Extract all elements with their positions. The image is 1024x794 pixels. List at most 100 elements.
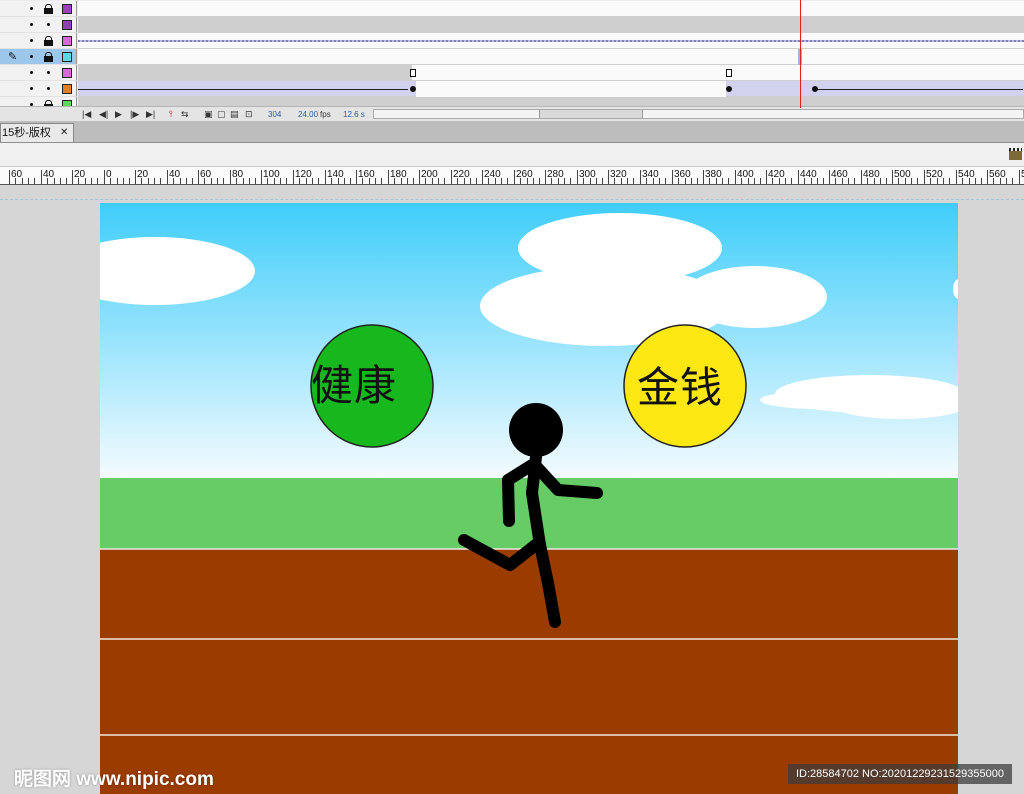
ruler-tick: [987, 170, 988, 184]
onion-outline-icon[interactable]: ▢: [217, 109, 226, 119]
ruler-tick: [280, 178, 281, 184]
clapperboard-icon[interactable]: [1009, 148, 1022, 161]
layer-color-swatch[interactable]: [62, 4, 72, 14]
ruler-tick: [72, 170, 73, 184]
layer-color-swatch[interactable]: [62, 84, 72, 94]
layer-row[interactable]: [0, 81, 1024, 97]
timeline-scrollbar[interactable]: [373, 109, 1024, 119]
ruler-tick: [1019, 170, 1020, 184]
layer-frames[interactable]: [78, 81, 1024, 97]
current-frame[interactable]: 304: [268, 110, 281, 119]
ruler-tick: [129, 178, 130, 184]
layer-frames[interactable]: [78, 33, 1024, 49]
ruler-tick: [54, 178, 55, 184]
layer-row[interactable]: [0, 65, 1024, 81]
keyframe[interactable]: [410, 69, 416, 77]
ruler-tick: [28, 178, 29, 184]
ruler-tick: [318, 178, 319, 184]
ruler-tick: [243, 178, 244, 184]
ruler-tick: [848, 178, 849, 184]
visibility-dot[interactable]: [30, 39, 33, 42]
ruler-tick: [672, 170, 673, 184]
last-frame-icon[interactable]: ▶|: [146, 109, 155, 119]
ruler-tick: [823, 178, 824, 184]
layer-controls[interactable]: [0, 33, 77, 49]
visibility-dot[interactable]: [30, 55, 33, 58]
ruler-tick: [325, 170, 326, 184]
ruler-label: 0: [106, 169, 112, 180]
ruler-label: 400: [737, 169, 754, 180]
lock-dot[interactable]: [47, 71, 50, 74]
ruler-tick: [388, 170, 389, 184]
timeline-controls: |◀ ◀| ▶ |▶ ▶| ⫯ ⇆ ▣ ▢ ▤ ⊡ 304 24.00 fps 1…: [0, 106, 1024, 121]
layer-controls[interactable]: [0, 1, 77, 17]
keyframe[interactable]: [726, 86, 732, 92]
keyframe[interactable]: [726, 69, 732, 77]
timeline-scroll-thumb[interactable]: [539, 110, 643, 118]
ruler-tick: [85, 178, 86, 184]
first-frame-icon[interactable]: |◀: [82, 109, 91, 119]
layer-controls[interactable]: [0, 65, 77, 81]
onion-markers-icon[interactable]: ⊡: [245, 109, 253, 119]
layer-color-swatch[interactable]: [62, 68, 72, 78]
ruler-label: 180: [390, 169, 407, 180]
stage[interactable]: 健康 金钱: [100, 203, 958, 794]
edit-multiple-frames-icon[interactable]: ▤: [230, 109, 239, 119]
ruler-tick: [791, 178, 792, 184]
lock-icon[interactable]: [44, 4, 53, 14]
loop-icon[interactable]: ⇆: [181, 109, 189, 119]
layer-controls[interactable]: ✎: [0, 49, 77, 65]
center-frame-icon[interactable]: ⫯: [169, 109, 173, 119]
lock-dot[interactable]: [47, 87, 50, 90]
keyframe[interactable]: [410, 86, 416, 92]
frame-rate[interactable]: 24.00 fps: [298, 110, 331, 119]
frame-rate-value[interactable]: 24.00: [298, 110, 318, 119]
lock-icon[interactable]: [44, 52, 53, 62]
layer-row[interactable]: [0, 33, 1024, 49]
layer-controls[interactable]: [0, 81, 77, 97]
play-icon[interactable]: ▶: [115, 109, 122, 119]
ruler-tick: [180, 178, 181, 184]
ruler-tick: [470, 178, 471, 184]
keyframe[interactable]: [812, 86, 818, 92]
ruler-label: 560: [989, 169, 1006, 180]
lock-dot[interactable]: [47, 23, 50, 26]
ruler-tick: [608, 170, 609, 184]
visibility-dot[interactable]: [30, 23, 33, 26]
next-frame-icon[interactable]: |▶: [130, 109, 139, 119]
playhead[interactable]: [800, 0, 801, 108]
ruler-tick: [596, 178, 597, 184]
prev-frame-icon[interactable]: ◀|: [99, 109, 108, 119]
ruler-tick: [627, 178, 628, 184]
elapsed-time[interactable]: 12.6 s: [343, 110, 365, 119]
ruler-tick: [230, 170, 231, 184]
onion-skin-icon[interactable]: ▣: [204, 109, 213, 119]
layer-color-swatch[interactable]: [62, 20, 72, 30]
ruler-tick: [633, 178, 634, 184]
layer-frames[interactable]: [78, 1, 1024, 17]
money-label: 金钱: [637, 363, 724, 412]
layer-row[interactable]: [0, 17, 1024, 33]
visibility-dot[interactable]: [30, 87, 33, 90]
layer-frames[interactable]: [78, 49, 1024, 65]
layer-row[interactable]: [0, 1, 1024, 17]
layer-controls[interactable]: [0, 17, 77, 33]
edit-bar: [0, 143, 1024, 167]
document-tab[interactable]: 15秒-版权 ✕: [0, 123, 74, 142]
ruler-tick: [697, 178, 698, 184]
layer-color-swatch[interactable]: [62, 52, 72, 62]
layer-frames[interactable]: [78, 17, 1024, 33]
visibility-dot[interactable]: [30, 71, 33, 74]
ruler-tick: [703, 170, 704, 184]
visibility-dot[interactable]: [30, 7, 33, 10]
ruler-tick: [665, 178, 666, 184]
lock-icon[interactable]: [44, 36, 53, 46]
ruler-tick: [886, 178, 887, 184]
layer-color-swatch[interactable]: [62, 36, 72, 46]
ruler-tick: [419, 170, 420, 184]
layer-frames[interactable]: [78, 65, 1024, 81]
close-icon[interactable]: ✕: [60, 124, 68, 142]
layer-row[interactable]: ✎: [0, 49, 1024, 65]
ruler-label: 460: [831, 169, 848, 180]
ruler-label: 340: [642, 169, 659, 180]
